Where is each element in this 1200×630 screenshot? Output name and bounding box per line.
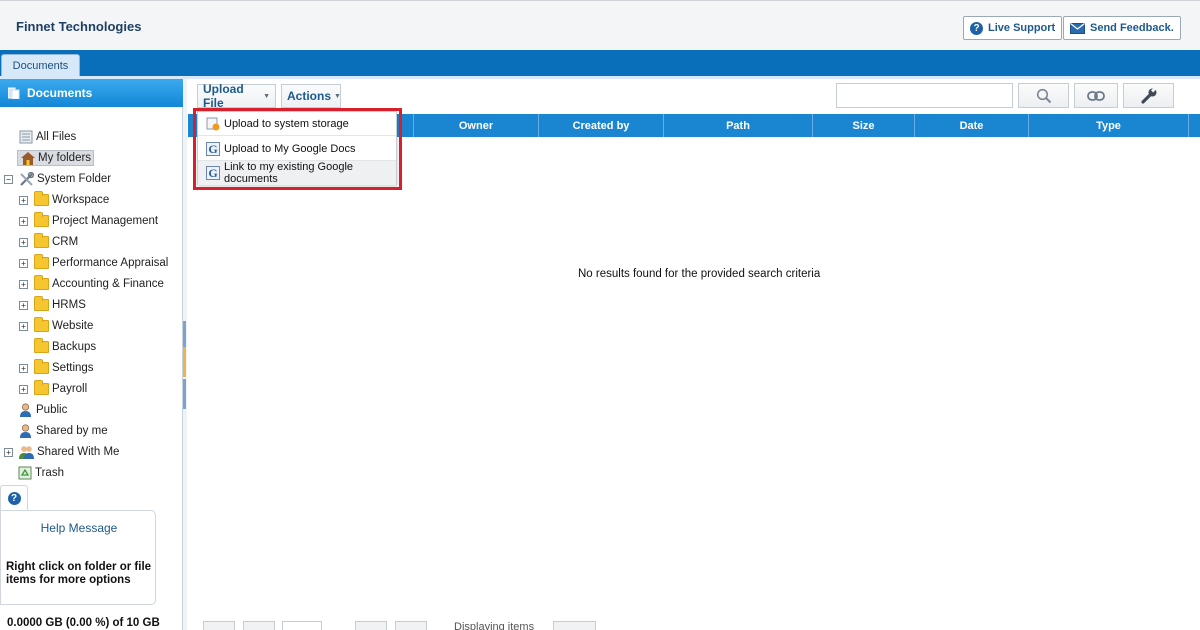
chevron-down-icon: ▼	[334, 92, 341, 100]
tree-item-website[interactable]: + Website	[19, 316, 93, 336]
envelope-icon	[1070, 22, 1085, 34]
expand-toggle[interactable]: +	[19, 258, 28, 268]
help-text: Right click on folder or file items for …	[6, 561, 152, 586]
expand-toggle[interactable]: +	[19, 237, 28, 247]
tree-item-payroll[interactable]: + Payroll	[19, 379, 87, 399]
home-icon	[20, 151, 35, 165]
company-name: Finnet Technologies	[16, 19, 142, 34]
live-support-label: Live Support	[988, 22, 1056, 34]
expand-toggle[interactable]: +	[19, 216, 28, 226]
storage-quota: 0.0000 GB (0.00 %) of 10 GB	[7, 617, 160, 629]
search-input[interactable]	[836, 83, 1013, 108]
tab-documents[interactable]: Documents	[1, 54, 80, 77]
wrench-icon	[1140, 87, 1156, 104]
documents-sidebar: Documents All Files My folders − System …	[0, 79, 183, 630]
sidebar-header: Documents	[0, 79, 183, 107]
splitter-segment	[183, 379, 186, 409]
all-files-icon	[18, 130, 33, 144]
help-title: Help Message	[40, 521, 118, 535]
send-feedback-label: Send Feedback.	[1090, 22, 1174, 34]
help-tab[interactable]: ?	[0, 485, 28, 511]
link-button[interactable]	[1074, 83, 1118, 108]
folder-icon	[34, 233, 49, 249]
send-feedback-button[interactable]: Send Feedback.	[1063, 16, 1181, 40]
pager-page-input[interactable]	[282, 621, 322, 630]
folder-icon	[34, 359, 49, 375]
help-message-panel: Help Message Right click on folder or fi…	[0, 510, 156, 605]
expand-toggle[interactable]: +	[19, 195, 28, 205]
tree-item-crm[interactable]: + CRM	[19, 232, 78, 252]
folder-icon	[34, 254, 49, 270]
column-header-type[interactable]: Type	[1029, 114, 1189, 137]
app-root: Finnet Technologies ? Live Support Send …	[0, 0, 1200, 630]
module-tab-bar: Documents	[0, 50, 1200, 77]
column-header-owner[interactable]: Owner	[414, 114, 539, 137]
tree-item-backups[interactable]: Backups	[34, 337, 96, 357]
tree-item-performance-appraisal[interactable]: + Performance Appraisal	[19, 253, 168, 273]
top-header: Finnet Technologies ? Live Support Send …	[0, 0, 1200, 50]
pager-refresh-button[interactable]	[553, 621, 596, 630]
folder-icon	[34, 296, 49, 312]
pager-first-button[interactable]	[203, 621, 235, 630]
column-header-size[interactable]: Size	[813, 114, 915, 137]
actions-button[interactable]: Actions ▼	[281, 84, 341, 108]
sidebar-title: Documents	[27, 86, 93, 100]
tree-item-settings[interactable]: + Settings	[19, 358, 94, 378]
user-icon	[18, 424, 33, 438]
search-button[interactable]	[1018, 83, 1069, 108]
tree-item-all-files[interactable]: All Files	[18, 127, 76, 147]
tree-item-system-folder[interactable]: − System Folder	[4, 169, 111, 189]
folder-icon	[34, 275, 49, 291]
link-icon	[1087, 90, 1105, 101]
expand-toggle[interactable]: +	[19, 384, 28, 394]
red-highlight-box	[193, 108, 402, 190]
trash-icon	[17, 466, 32, 480]
folder-icon	[34, 338, 49, 354]
help-icon: ?	[970, 21, 983, 35]
upload-file-button[interactable]: Upload File ▼	[197, 82, 276, 110]
help-icon: ?	[7, 492, 21, 505]
folder-icon	[34, 212, 49, 228]
search-icon	[1036, 88, 1051, 103]
tree-item-my-folders[interactable]: My folders	[17, 148, 95, 168]
tree-item-project-management[interactable]: + Project Management	[19, 211, 158, 231]
tree-item-hrms[interactable]: + HRMS	[19, 295, 86, 315]
folder-icon	[34, 380, 49, 396]
tree-item-shared-by-me[interactable]: Shared by me	[18, 421, 108, 441]
settings-button[interactable]	[1123, 83, 1174, 108]
tree-item-trash[interactable]: Trash	[17, 463, 64, 483]
upload-file-label: Upload File	[203, 82, 244, 110]
panel-splitter[interactable]	[183, 79, 187, 630]
selected-highlight: My folders	[17, 150, 95, 166]
live-support-button[interactable]: ? Live Support	[963, 16, 1063, 40]
column-header-path[interactable]: Path	[664, 114, 813, 137]
actions-label: Actions	[287, 89, 332, 103]
expand-toggle[interactable]: +	[19, 363, 28, 373]
tree-item-public[interactable]: Public	[18, 400, 67, 420]
pager-display-text: Displaying items	[454, 621, 535, 630]
splitter-grip	[183, 347, 186, 377]
empty-results-message: No results found for the provided search…	[578, 268, 821, 280]
chevron-down-icon: ▼	[263, 92, 270, 100]
expand-toggle[interactable]: +	[19, 279, 28, 289]
expand-toggle[interactable]: +	[19, 321, 28, 331]
folder-icon	[34, 191, 49, 207]
documents-icon	[8, 87, 20, 99]
tree-item-shared-with-me[interactable]: + Shared With Me	[4, 442, 119, 462]
collapse-toggle[interactable]: −	[4, 174, 13, 184]
tools-icon	[19, 171, 34, 186]
column-header-date[interactable]: Date	[915, 114, 1029, 137]
users-icon	[19, 445, 34, 459]
expand-toggle[interactable]: +	[19, 300, 28, 310]
pager-next-button[interactable]	[355, 621, 387, 630]
pager-last-button[interactable]	[395, 621, 427, 630]
tree-item-workspace[interactable]: + Workspace	[19, 190, 109, 210]
column-header-created-by[interactable]: Created by	[539, 114, 664, 137]
folder-icon	[34, 317, 49, 333]
user-icon	[18, 403, 33, 417]
tree-item-accounting-finance[interactable]: + Accounting & Finance	[19, 274, 164, 294]
pager-prev-button[interactable]	[243, 621, 275, 630]
expand-toggle[interactable]: +	[4, 447, 13, 457]
